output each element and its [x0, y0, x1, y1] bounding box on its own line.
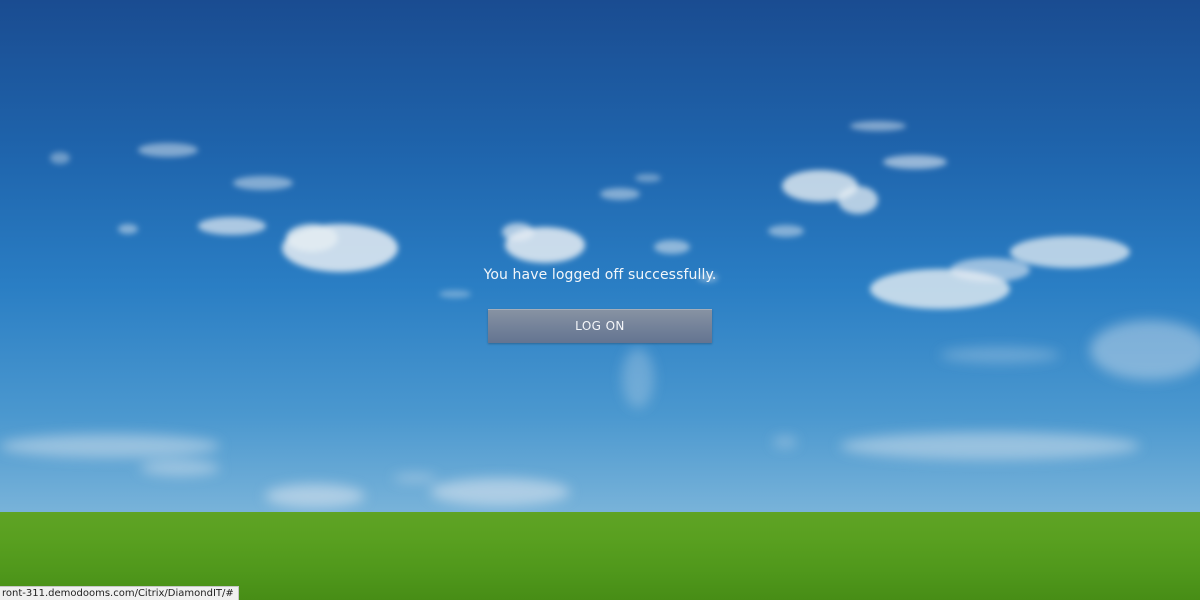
log-on-button[interactable]: LOG ON — [488, 309, 712, 343]
clouds-decoration — [0, 121, 1200, 508]
status-bar-url: ront-311.demodooms.com/Citrix/DiamondIT/… — [0, 586, 239, 600]
logoff-message: You have logged off successfully. — [483, 267, 717, 283]
logoff-page: You have logged off successfully. LOG ON… — [0, 0, 1200, 600]
